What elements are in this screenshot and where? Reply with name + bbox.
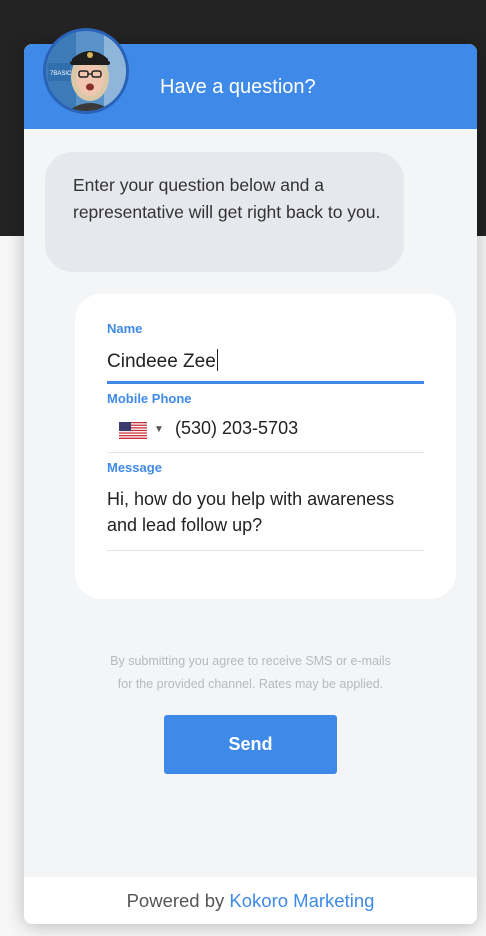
country-dropdown-arrow-icon[interactable]: ▼ [154,424,164,435]
name-input-value: Cindeee Zee [107,351,216,372]
phone-divider [107,452,424,453]
agent-avatar: 7BASICS [46,31,126,111]
consent-disclaimer: By submitting you agree to receive SMS o… [24,650,477,696]
disclaimer-line-2: for the provided channel. Rates may be a… [117,677,384,691]
send-button[interactable]: Send [164,715,337,774]
contact-form: Name Cindeee Zee Mobile Phone ▼ (530) 20… [75,294,456,599]
widget-footer: Powered by Kokoro Marketing [24,877,477,924]
disclaimer-line-1: By submitting you agree to receive SMS o… [110,654,391,668]
message-input[interactable]: Hi, how do you help with awareness and l… [107,486,427,538]
phone-label: Mobile Phone [107,391,192,406]
chat-widget: Have a question? Enter your question bel… [24,44,477,924]
header-title: Have a question? [160,76,316,98]
name-input[interactable]: Cindeee Zee [107,349,218,373]
name-input-underline [107,381,424,384]
intro-message-bubble: Enter your question below and a represen… [45,152,404,272]
intro-message-text: Enter your question below and a represen… [73,175,381,222]
phone-input[interactable]: (530) 203-5703 [175,418,298,439]
footer-prefix: Powered by [126,890,225,911]
message-divider [107,550,424,551]
kokoro-marketing-link[interactable]: Kokoro Marketing [229,890,374,911]
text-caret [216,349,218,371]
message-label: Message [107,460,162,475]
name-label: Name [107,321,143,336]
us-flag-icon[interactable] [119,422,147,439]
